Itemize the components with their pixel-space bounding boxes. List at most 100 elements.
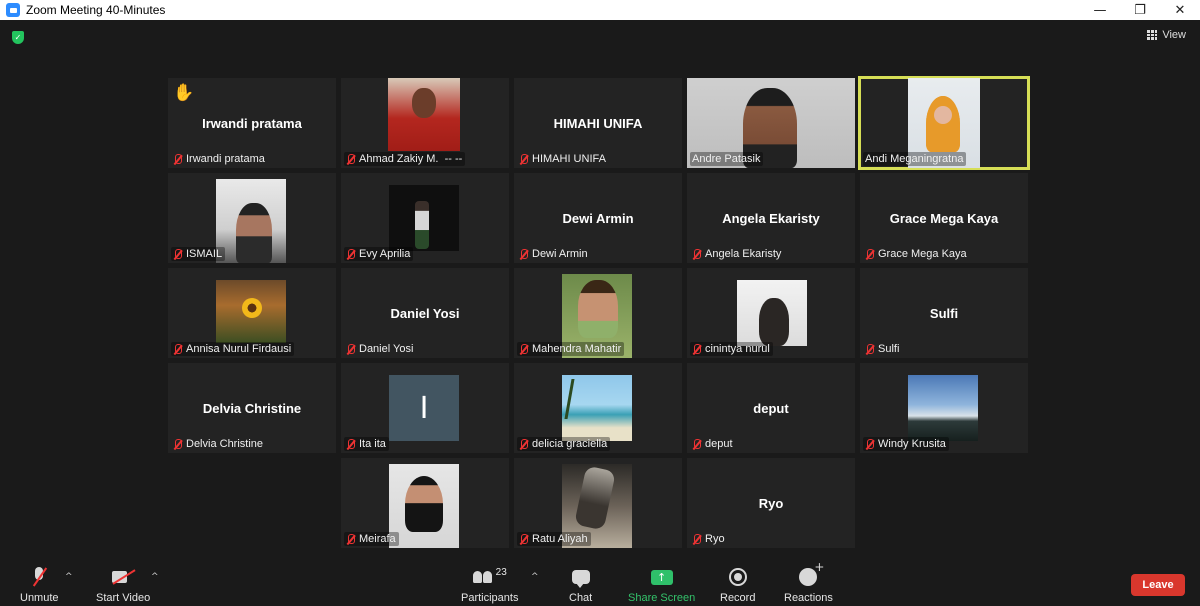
chat-button[interactable]: Chat	[569, 566, 592, 604]
participant-tile[interactable]: Ahmad Zakiy M. -- --	[341, 78, 509, 168]
maximize-button[interactable]: ❐	[1120, 0, 1160, 20]
participant-tile[interactable]: Daniel Yosi Daniel Yosi	[341, 268, 509, 358]
participant-tile[interactable]: ISMAIL	[168, 173, 336, 263]
microphone-muted-icon	[519, 438, 528, 450]
microphone-muted-icon	[346, 248, 355, 260]
participant-display-name: Sulfi	[929, 306, 959, 321]
window-title: Zoom Meeting 40-Minutes	[26, 3, 166, 17]
share-screen-icon: ↑	[650, 569, 673, 585]
participant-display-name: Grace Mega Kaya	[889, 211, 999, 226]
participant-tile[interactable]: Ratu Aliyah	[514, 458, 682, 548]
share-screen-label: Share Screen	[628, 592, 696, 604]
start-video-button[interactable]: Start Video	[96, 566, 150, 604]
participant-name: Annisa Nurul Firdausi	[186, 343, 292, 355]
participant-tile[interactable]: Grace Mega Kaya Grace Mega Kaya	[860, 173, 1028, 263]
participant-name-label: cinintya nurul	[690, 342, 773, 356]
participant-name-label: Ita ita	[344, 437, 389, 451]
participant-name-label: Mahendra Mahatir	[517, 342, 625, 356]
participant-name-label: Delvia Christine	[171, 437, 266, 451]
participant-name: Grace Mega Kaya	[878, 248, 967, 260]
reactions-label: Reactions	[784, 592, 833, 604]
participant-video	[562, 375, 632, 441]
participants-icon	[472, 571, 492, 583]
participant-name-label: Sulfi	[863, 342, 902, 356]
participant-tile[interactable]: cinintya nurul	[687, 268, 855, 358]
microphone-muted-icon	[173, 343, 182, 355]
participant-name-label: Irwandi pratama	[171, 152, 268, 166]
participant-display-name: Daniel Yosi	[390, 306, 460, 321]
participant-video	[389, 464, 459, 548]
participants-options-caret[interactable]: ^	[531, 572, 539, 582]
microphone-muted-icon	[519, 153, 528, 165]
participant-name: Delvia Christine	[186, 438, 264, 450]
participant-name-label: Evy Aprilia	[344, 247, 414, 261]
participant-tile[interactable]: Dewi Armin Dewi Armin	[514, 173, 682, 263]
microphone-muted-icon	[346, 533, 355, 545]
microphone-muted-icon	[519, 248, 528, 260]
view-button[interactable]: View	[1147, 29, 1186, 41]
video-options-caret[interactable]: ^	[151, 572, 159, 582]
participant-name-label: Grace Mega Kaya	[863, 247, 970, 261]
participant-tile[interactable]: Sulfi Sulfi	[860, 268, 1028, 358]
participants-label: Participants	[461, 592, 519, 604]
participant-name-label: Daniel Yosi	[344, 342, 416, 356]
participant-name: HIMAHI UNIFA	[532, 153, 606, 165]
participant-tile[interactable]: Delvia Christine Delvia Christine	[168, 363, 336, 453]
window-titlebar: Zoom Meeting 40-Minutes — ❐ ✕	[0, 0, 1200, 20]
microphone-muted-icon	[692, 438, 701, 450]
participant-name: Ryo	[705, 533, 725, 545]
participant-name-label: Windy Krusita	[863, 437, 949, 451]
participant-tile[interactable]: Evy Aprilia	[341, 173, 509, 263]
participant-tile[interactable]: Andi Meganingratna	[858, 76, 1030, 170]
leave-button[interactable]: Leave	[1131, 574, 1185, 596]
participant-tile[interactable]: Meirafa	[341, 458, 509, 548]
participant-name: Ratu Aliyah	[532, 533, 588, 545]
shield-check-icon[interactable]: ✓	[12, 31, 24, 44]
record-button[interactable]: Record	[720, 566, 755, 604]
participant-name-label: ISMAIL	[171, 247, 226, 261]
participant-name-label: Ratu Aliyah	[517, 532, 591, 546]
participant-tile[interactable]: Ryo Ryo	[687, 458, 855, 548]
participant-name-label: Meirafa	[344, 532, 399, 546]
microphone-muted-icon	[692, 533, 701, 545]
window-controls: — ❐ ✕	[1080, 0, 1200, 20]
grid-view-icon	[1147, 30, 1158, 40]
participant-name: Daniel Yosi	[359, 343, 414, 355]
participant-video	[737, 280, 807, 346]
participant-name: Ahmad Zakiy M. -- --	[359, 153, 463, 165]
participant-tile[interactable]: Andre Patasik	[687, 78, 855, 168]
participant-video	[908, 375, 978, 441]
minimize-button[interactable]: —	[1080, 0, 1120, 20]
participant-display-name: Angela Ekaristy	[722, 211, 820, 226]
start-video-label: Start Video	[96, 592, 151, 604]
share-screen-button[interactable]: ↑ Share Screen	[628, 566, 695, 604]
participant-tile[interactable]: Mahendra Mahatir	[514, 268, 682, 358]
raised-hand-icon: ✋	[173, 83, 195, 102]
participant-video	[216, 179, 286, 263]
participant-video	[389, 185, 459, 251]
participant-name: Sulfi	[878, 343, 900, 355]
audio-options-caret[interactable]: ^	[65, 572, 73, 582]
reactions-button[interactable]: Reactions	[784, 560, 833, 604]
participant-tile[interactable]: Irwandi pratama ✋ Irwandi pratama	[168, 78, 336, 168]
participant-name-label: Ahmad Zakiy M. -- --	[344, 152, 466, 166]
participant-tile[interactable]: HIMAHI UNIFA HIMAHI UNIFA	[514, 78, 682, 168]
participant-tile[interactable]: I Ita ita	[341, 363, 509, 453]
participant-name-label: Andi Meganingratna	[863, 152, 967, 166]
participant-tile[interactable]: Annisa Nurul Firdausi	[168, 268, 336, 358]
participant-tile[interactable]: delicia graciella	[514, 363, 682, 453]
microphone-muted-icon	[865, 248, 874, 260]
microphone-muted-icon	[692, 343, 701, 355]
participants-button[interactable]: 23 Participants	[461, 566, 519, 605]
participant-name: Windy Krusita	[878, 438, 946, 450]
close-button[interactable]: ✕	[1160, 0, 1200, 20]
unmute-button[interactable]: Unmute	[20, 566, 59, 604]
participant-tile[interactable]: Angela Ekaristy Angela Ekaristy	[687, 173, 855, 263]
microphone-muted-icon	[519, 533, 528, 545]
participant-tile[interactable]: deput deput	[687, 363, 855, 453]
microphone-muted-icon	[346, 343, 355, 355]
participants-count: 23	[495, 566, 507, 578]
participant-name: Angela Ekaristy	[705, 248, 782, 260]
participant-name: Andi Meganingratna	[865, 153, 964, 165]
participant-tile[interactable]: Windy Krusita	[860, 363, 1028, 453]
